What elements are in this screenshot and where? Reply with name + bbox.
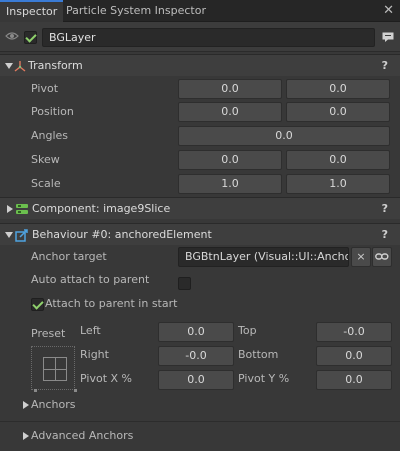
collapse-arrow-icon[interactable] — [5, 63, 13, 69]
skew-x-field[interactable]: 0.0 — [178, 150, 282, 170]
advanced-anchors-foldout[interactable]: Advanced Anchors — [31, 426, 133, 446]
close-icon[interactable]: ✕ — [383, 0, 394, 22]
tab-particle-system-inspector[interactable]: Particle System Inspector — [60, 0, 212, 22]
pivot-label: Pivot — [31, 82, 59, 95]
collapse-arrow-icon[interactable] — [5, 232, 13, 238]
anchor-grid-icon — [43, 357, 67, 381]
position-x-field[interactable]: 0.0 — [178, 102, 282, 122]
attach-start-label: Attach to parent in start — [45, 297, 178, 310]
skew-label: Skew — [31, 153, 60, 166]
anchor-preset-selector[interactable] — [31, 346, 77, 392]
anchor-target-label: Anchor target — [31, 250, 107, 263]
pivot-y-field[interactable]: 0.0 — [286, 79, 390, 99]
tab-bar: Inspector Particle System Inspector ✕ — [0, 0, 400, 22]
component-section-header[interactable]: Component: image9Slice ? — [0, 197, 400, 219]
pivot-x-label: Pivot X % — [80, 372, 132, 385]
anchors-expand-arrow-icon[interactable] — [23, 401, 29, 409]
pivot-y-percent-field[interactable]: 0.0 — [316, 370, 392, 390]
bottom-label: Bottom — [238, 348, 279, 361]
auto-attach-checkbox[interactable] — [178, 277, 191, 290]
right-label: Right — [80, 348, 109, 361]
divider — [0, 421, 400, 422]
top-label: Top — [238, 324, 257, 337]
scale-y-field[interactable]: 1.0 — [286, 174, 390, 194]
behaviour-section-header[interactable]: Behaviour #0: anchoredElement ? — [0, 223, 400, 245]
pivot-x-percent-field[interactable]: 0.0 — [158, 370, 234, 390]
component-icon — [16, 204, 28, 214]
expand-arrow-icon[interactable] — [7, 205, 13, 213]
object-header: BGLayer — [0, 22, 400, 52]
angles-field[interactable]: 0.0 — [178, 126, 390, 146]
anchors-foldout[interactable]: Anchors — [31, 395, 76, 415]
anchor-dot — [74, 389, 77, 392]
pivot-x-field[interactable]: 0.0 — [178, 79, 282, 99]
clear-target-button[interactable]: × — [351, 247, 371, 267]
help-icon[interactable]: ? — [382, 198, 388, 220]
tab-inspector[interactable]: Inspector — [0, 0, 64, 22]
scale-x-field[interactable]: 1.0 — [178, 174, 282, 194]
position-y-field[interactable]: 0.0 — [286, 102, 390, 122]
anchor-target-field[interactable]: BGBtnLayer (Visual::UI::AnchorRe — [178, 247, 349, 267]
attach-start-checkbox[interactable] — [31, 298, 44, 311]
skew-y-field[interactable]: 0.0 — [286, 150, 390, 170]
auto-attach-label: Auto attach to parent — [31, 273, 150, 286]
scale-label: Scale — [31, 177, 61, 190]
right-field[interactable]: -0.0 — [158, 346, 234, 366]
section-title: Component: image9Slice — [32, 202, 171, 215]
angles-label: Angles — [31, 129, 69, 142]
bottom-field[interactable]: 0.0 — [316, 346, 392, 366]
comment-icon[interactable] — [382, 32, 394, 42]
anchor-dot — [34, 389, 37, 392]
position-label: Position — [31, 105, 74, 118]
top-field[interactable]: -0.0 — [316, 322, 392, 342]
help-icon[interactable]: ? — [382, 55, 388, 77]
left-label: Left — [80, 324, 101, 337]
link-icon[interactable] — [372, 247, 392, 267]
section-title: Behaviour #0: anchoredElement — [32, 228, 212, 241]
advanced-anchors-expand-arrow-icon[interactable] — [23, 432, 29, 440]
behaviour-icon — [15, 229, 28, 242]
help-icon[interactable]: ? — [382, 224, 388, 246]
object-name-field[interactable]: BGLayer — [42, 28, 375, 47]
eye-icon[interactable] — [5, 31, 19, 41]
pivot-y-label: Pivot Y % — [238, 372, 290, 385]
section-title: Transform — [28, 59, 83, 72]
left-field[interactable]: 0.0 — [158, 322, 234, 342]
active-checkbox[interactable] — [24, 31, 37, 44]
preset-label: Preset — [31, 327, 66, 340]
transform-icon — [14, 61, 26, 72]
transform-section-header[interactable]: Transform ? — [0, 54, 400, 76]
